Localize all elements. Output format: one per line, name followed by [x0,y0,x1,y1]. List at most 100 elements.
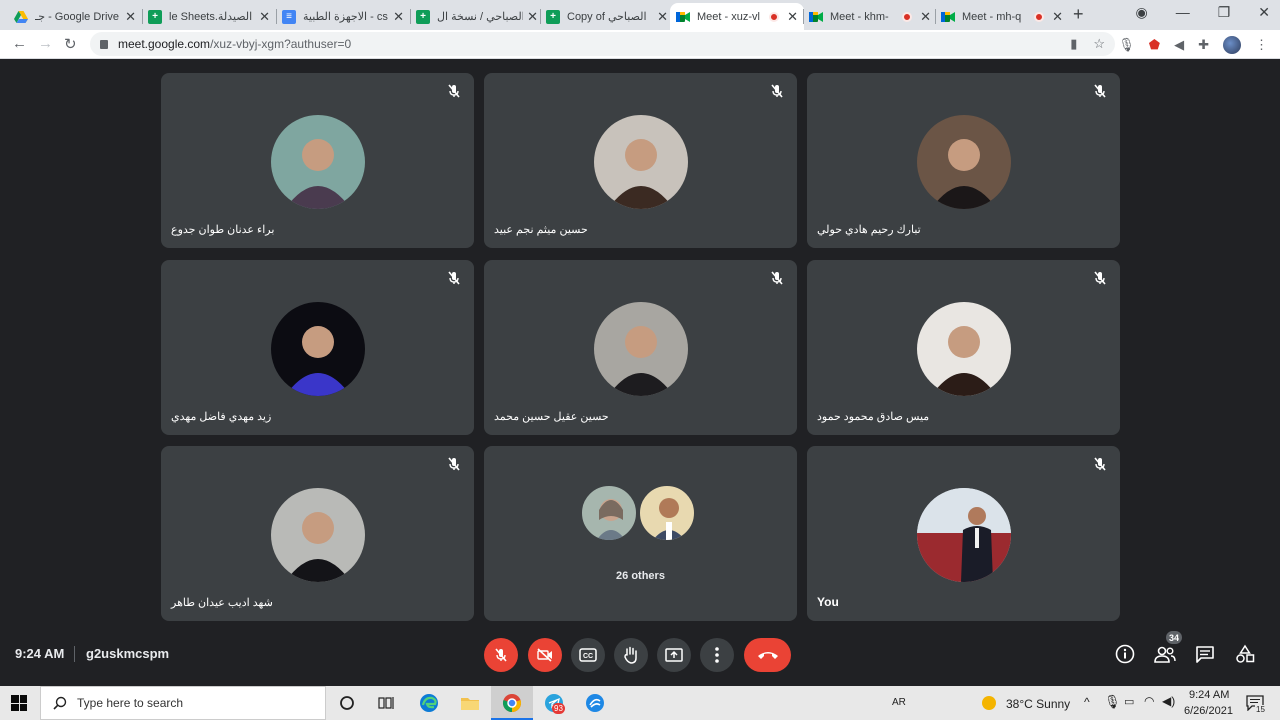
tab-title: Copy of الصباحي [567,11,647,23]
close-tab-icon[interactable]: ✕ [1052,9,1063,25]
sheets-icon: + [148,9,162,24]
mic-off-icon [448,457,460,471]
extension-icons: 🎙 ⬟ ◀ ✚ ⋮ [1118,33,1268,57]
edge-browser-icon[interactable] [418,692,440,714]
recording-indicator-icon [902,11,913,22]
participant-name: ميس صادق محمود حمود [817,411,930,423]
tab-google-drive[interactable]: جـ - Google Drive ✕ [8,3,142,30]
participants-button[interactable] [1153,642,1177,666]
back-button[interactable]: ← [12,35,27,52]
wifi-icon[interactable]: ◠ [1144,694,1154,708]
recording-indicator-icon [1034,11,1045,22]
taskbar-time[interactable]: 9:24 AM [1189,689,1229,701]
participant-tile[interactable]: ميس صادق محمود حمود [807,260,1120,435]
microphone-icon[interactable]: 🎙 [1118,37,1135,53]
taskbar-date[interactable]: 6/26/2021 [1184,705,1233,717]
input-language[interactable]: AR [892,697,906,708]
messenger-app-icon[interactable] [584,692,606,714]
participant-avatar [594,302,688,396]
url-path: /xuz-vbyj-xgm?authuser=0 [210,37,352,51]
volume-icon[interactable]: ◀) [1162,694,1175,708]
minimize-button[interactable]: — [1176,4,1190,21]
self-name-label: You [817,595,839,609]
participant-avatar [917,115,1011,209]
chat-button[interactable] [1193,642,1217,666]
close-tab-icon[interactable]: ✕ [527,9,538,25]
leave-call-button[interactable] [744,638,791,672]
participant-name: شهد اديب عيدان طاهر [171,597,273,609]
close-tab-icon[interactable]: ✕ [657,9,668,25]
chrome-menu-icon[interactable]: ⋮ [1255,37,1268,53]
close-tab-icon[interactable]: ✕ [259,9,270,25]
close-tab-icon[interactable]: ✕ [393,9,404,25]
close-tab-icon[interactable]: ✕ [125,9,136,25]
address-bar[interactable]: meet.google.com/xuz-vbyj-xgm?authuser=0 [90,32,1115,56]
file-explorer-icon[interactable] [459,692,481,714]
others-avatar-2 [638,484,696,542]
maximize-button[interactable]: ❐ [1218,4,1231,21]
self-tile[interactable]: You [807,446,1120,621]
close-window-button[interactable]: ✕ [1258,4,1270,21]
captions-button[interactable]: CC [571,638,605,672]
participant-tile[interactable]: براء عدنان طوان جدوع [161,73,474,248]
toggle-mic-button[interactable] [484,638,518,672]
telegram-unread-badge: 93 [552,703,565,714]
meeting-code: g2uskmcspm [86,646,170,661]
tab-sheets-copy-of[interactable]: + Copy of الصباحي ✕ [540,3,674,30]
tab-sheets-morning-copy[interactable]: + الصباحي / نسخة ال ✕ [410,3,544,30]
tab-search-icon[interactable]: ◉ [1135,4,1147,21]
present-screen-button[interactable] [657,638,691,672]
self-avatar [917,488,1011,582]
close-tab-icon[interactable]: ✕ [787,9,798,25]
weather-text[interactable]: 38°C Sunny [1006,697,1070,711]
bookmark-star-icon[interactable]: ☆ [1093,36,1105,52]
taskbar-search-box[interactable]: Type here to search [40,686,326,720]
meet-icon [941,10,955,24]
participant-avatar [917,302,1011,396]
task-view-icon[interactable] [375,692,397,714]
new-tab-button[interactable]: + [1073,4,1084,25]
meeting-details-button[interactable] [1113,642,1137,666]
mic-off-icon [448,84,460,98]
tab-docs-devices[interactable]: ≡ الاجهزة الطبية - cs ✕ [276,3,410,30]
activities-button[interactable] [1233,642,1257,666]
tab-meet-xuz[interactable]: Meet - xuz-vl ✕ [670,3,804,30]
windows-start-button[interactable] [11,695,27,711]
tab-title: Meet - xuz-vl [697,10,760,23]
profile-avatar[interactable] [1223,36,1241,54]
search-placeholder: Type here to search [77,696,184,710]
browser-tab-strip: جـ - Google Drive ✕ + le Sheets.الصيدلة … [0,0,1280,30]
tray-microphone-icon[interactable]: 🎙 [1104,694,1121,710]
extensions-puzzle-icon[interactable]: ✚ [1198,37,1209,53]
camera-in-use-icon[interactable]: ▮ [1070,36,1077,52]
speaker-icon[interactable]: ◀ [1174,37,1184,53]
battery-icon[interactable]: ▭ [1124,695,1134,708]
more-options-button[interactable] [700,638,734,672]
tab-meet-khm[interactable]: Meet - khm- ✕ [803,3,937,30]
participant-tile[interactable]: زيد مهدي فاضل مهدي [161,260,474,435]
forward-button[interactable]: → [38,35,53,52]
tab-meet-mh[interactable]: Meet - mh-q ✕ [935,3,1069,30]
hang-up-icon [757,652,778,659]
docs-icon: ≡ [282,9,296,24]
meet-icon [676,10,690,24]
participant-tile[interactable]: تبارك رحيم هادي حولي [807,73,1120,248]
toggle-camera-button[interactable] [528,638,562,672]
close-tab-icon[interactable]: ✕ [920,9,931,25]
participant-tile[interactable]: حسين ميثم نجم عبيد [484,73,797,248]
raise-hand-button[interactable] [614,638,648,672]
participant-name: زيد مهدي فاضل مهدي [171,411,272,423]
tab-sheets-pharmacy[interactable]: + le Sheets.الصيدلة ✕ [142,3,276,30]
others-tile[interactable]: 26 others [484,446,797,621]
tab-title: الصباحي / نسخة ال [437,11,524,23]
participant-name: حسين ميثم نجم عبيد [494,224,588,236]
cortana-icon[interactable] [336,692,358,714]
raise-hand-icon [624,646,637,664]
extension-shield-icon[interactable]: ⬟ [1149,37,1160,53]
reload-button[interactable]: ↻ [64,35,77,53]
participant-tile[interactable]: شهد اديب عيدان طاهر [161,446,474,621]
participant-name: حسين عقيل حسين محمد [494,411,609,423]
show-hidden-icons-chevron-icon[interactable]: ^ [1084,695,1090,709]
participant-tile[interactable]: حسين عقيل حسين محمد [484,260,797,435]
url-host: meet.google.com [118,37,211,51]
